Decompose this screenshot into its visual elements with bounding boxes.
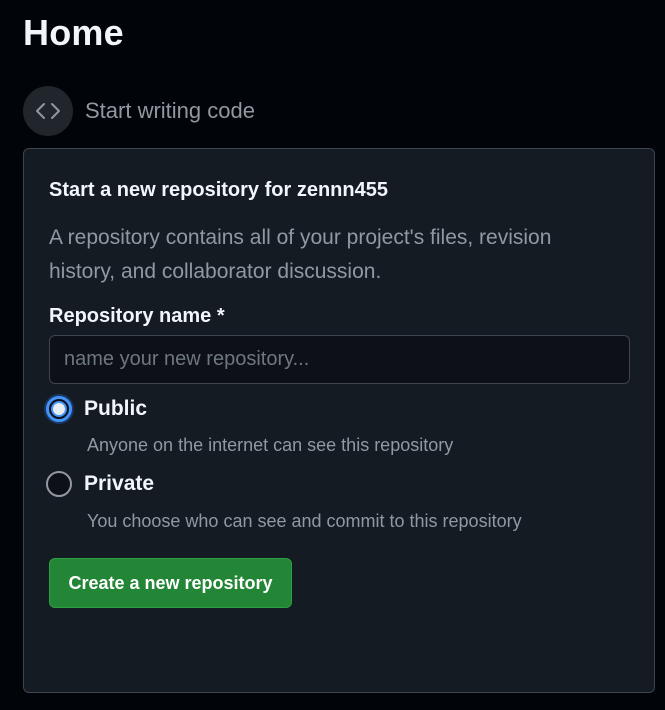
start-writing-code-label: Start writing code — [85, 98, 255, 123]
page-title: Home — [23, 12, 124, 53]
create-repository-button[interactable]: Create a new repository — [49, 558, 292, 608]
radio-private-button[interactable] — [46, 471, 72, 497]
radio-private-option[interactable]: Private — [46, 471, 154, 497]
radio-public-option[interactable]: Public — [46, 396, 147, 422]
radio-public-button[interactable] — [46, 396, 72, 422]
repository-name-label: Repository name * — [49, 305, 225, 327]
code-icon — [23, 86, 73, 136]
code-icon-glyph — [36, 103, 60, 119]
home-page: Home Start writing code Start a new repo… — [0, 0, 665, 710]
radio-public-label[interactable]: Public — [84, 397, 147, 421]
radio-private-label[interactable]: Private — [84, 472, 154, 496]
new-repository-heading: Start a new repository for zennn455 — [49, 179, 388, 201]
radio-selected-dot — [51, 401, 67, 417]
new-repository-card: Start a new repository for zennn455 A re… — [23, 148, 655, 693]
radio-private-description: You choose who can see and commit to thi… — [87, 511, 522, 531]
repository-name-input[interactable] — [49, 335, 630, 384]
radio-public-description: Anyone on the internet can see this repo… — [87, 435, 454, 455]
start-writing-code-row: Start writing code — [23, 86, 255, 136]
new-repository-description: A repository contains all of your projec… — [49, 226, 552, 283]
